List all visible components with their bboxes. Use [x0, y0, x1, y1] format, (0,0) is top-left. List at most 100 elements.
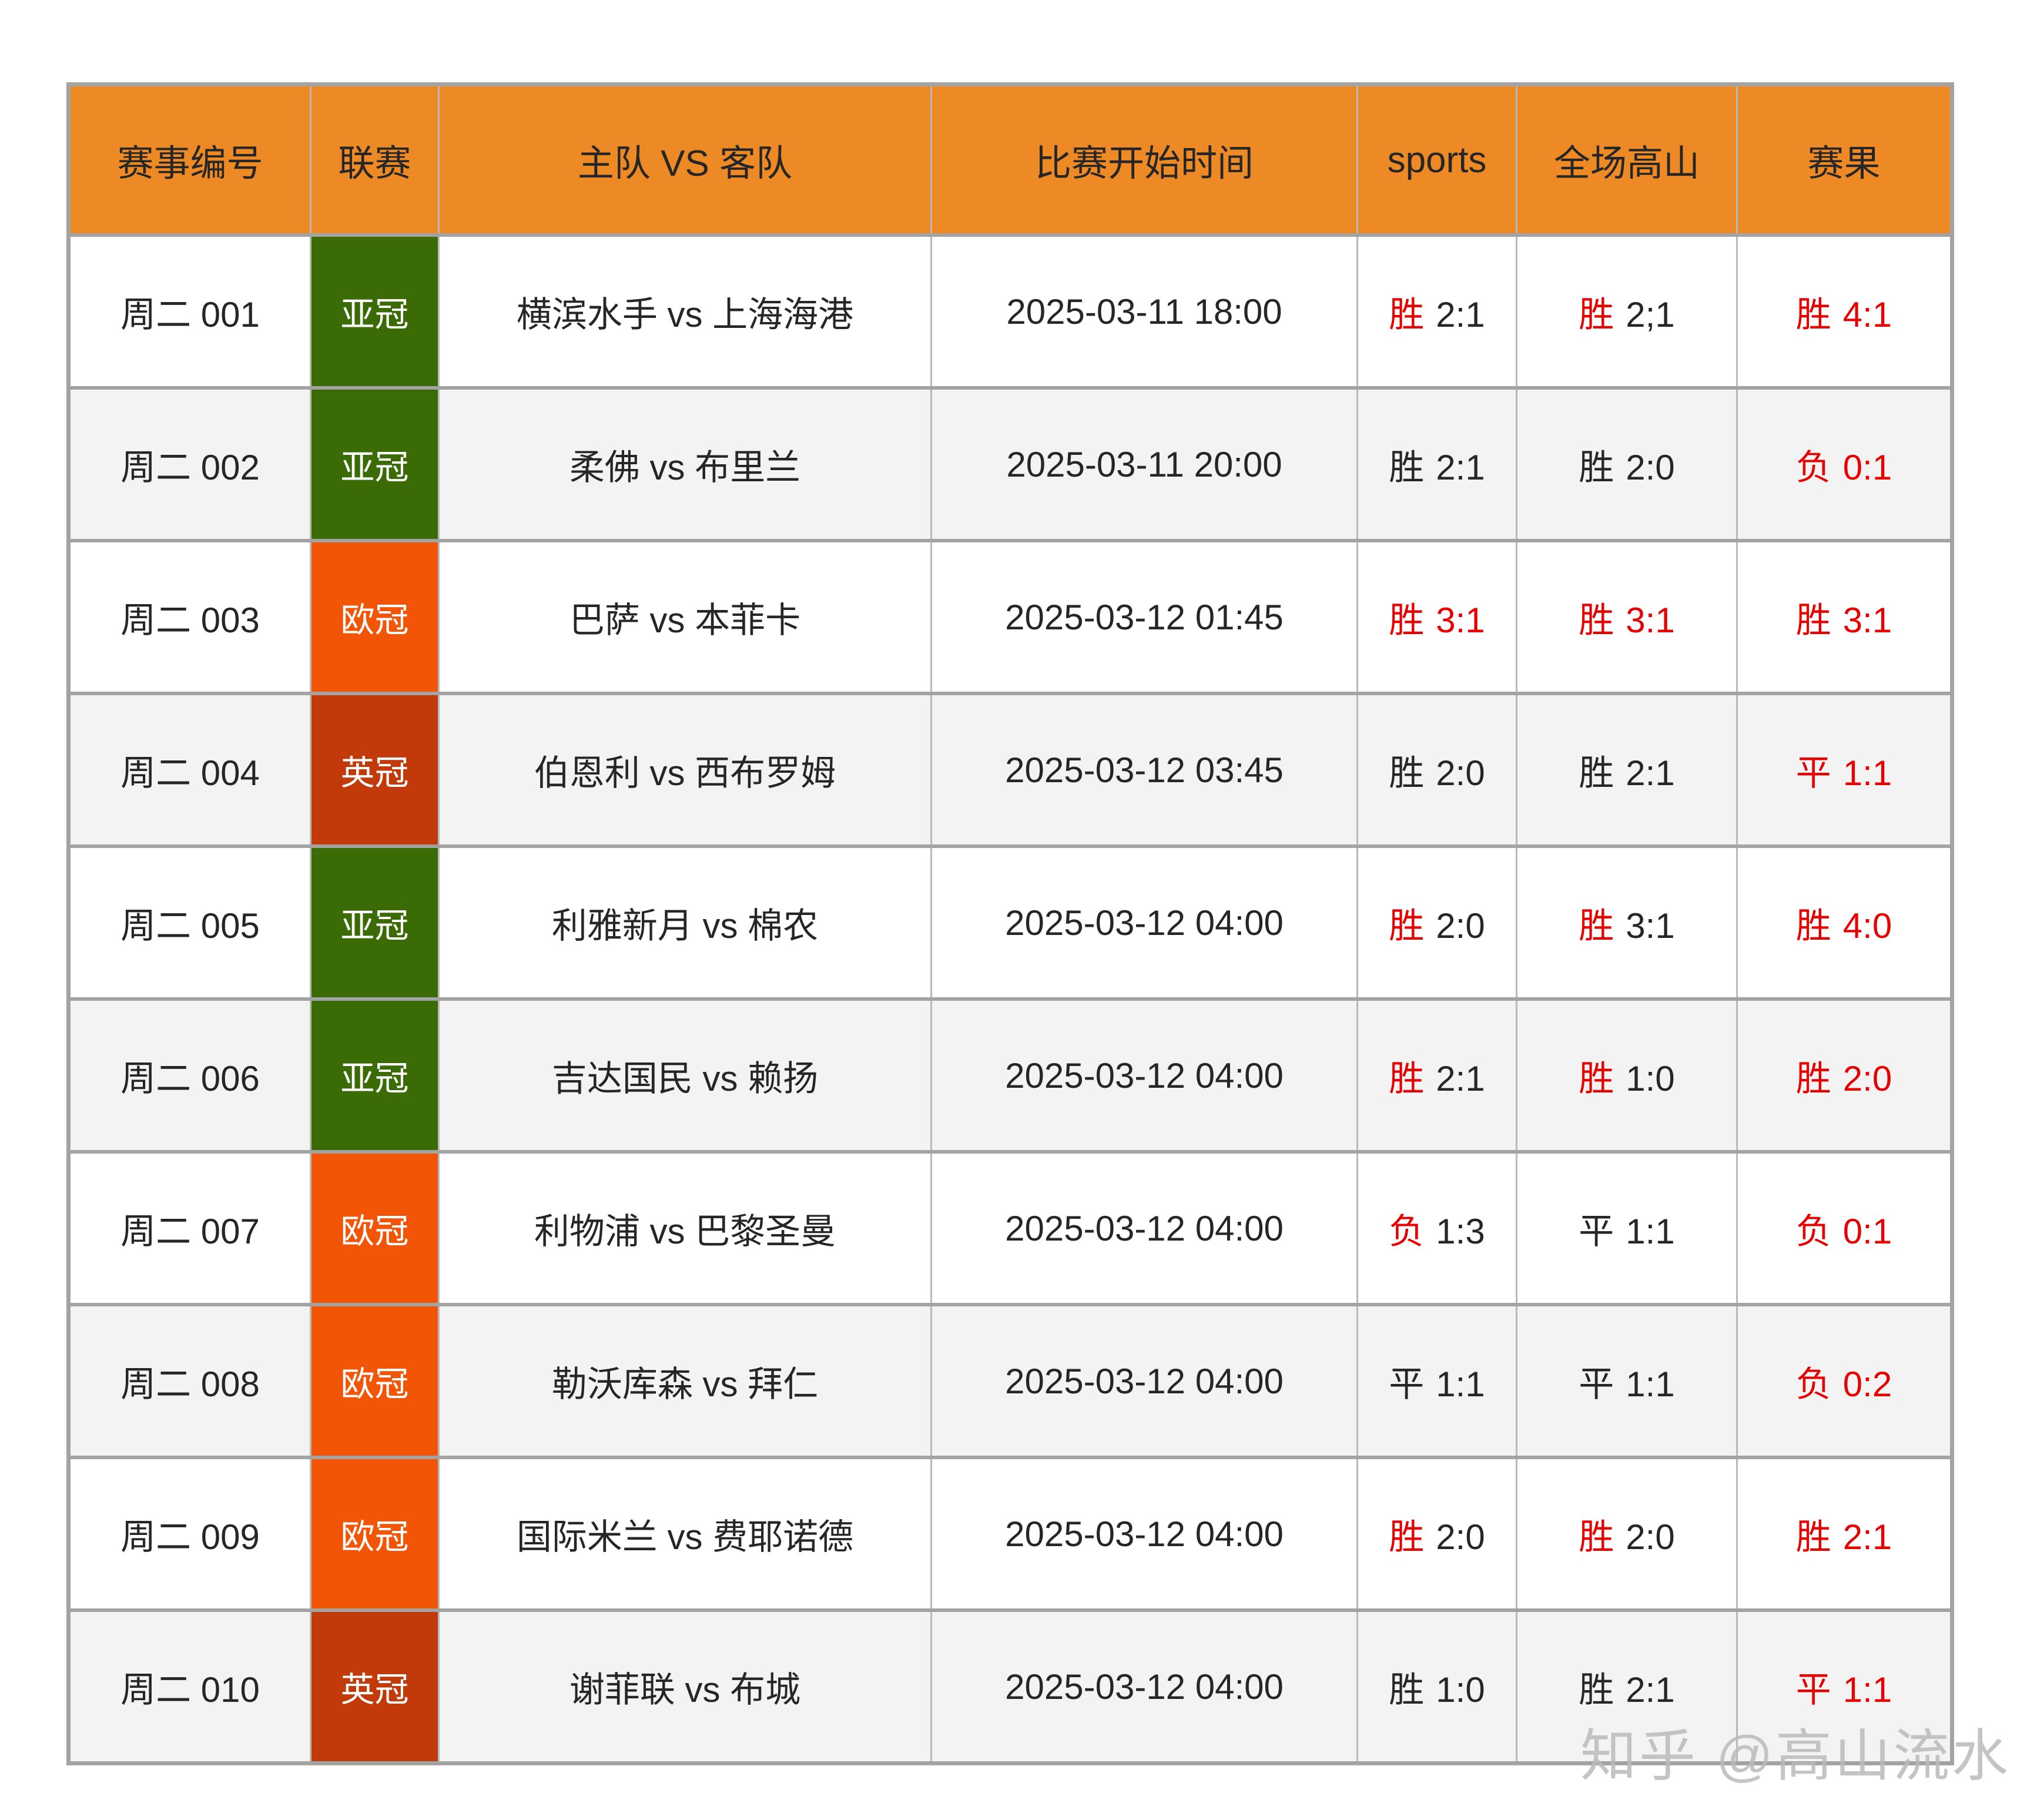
- result-score: 4:0: [1843, 906, 1892, 946]
- fulltime-outcome: 胜: [1579, 448, 1614, 487]
- result-outcome: 胜: [1796, 1059, 1831, 1098]
- fulltime-score: 1:0: [1626, 1059, 1674, 1098]
- table-row: 周二 007 欧冠 利物浦 vs 巴黎圣曼 2025-03-12 04:00 负…: [69, 1152, 1952, 1305]
- fulltime-outcome: 平: [1579, 1365, 1614, 1404]
- table-row: 周二 003 欧冠 巴萨 vs 本菲卡 2025-03-12 01:45 胜3:…: [69, 541, 1952, 693]
- sports-outcome: 胜: [1389, 1517, 1424, 1557]
- match-number-cell: 周二 002: [69, 388, 311, 541]
- teams-cell: 勒沃库森 vs 拜仁: [439, 1305, 932, 1457]
- start-time-cell: 2025-03-12 04:00: [932, 1152, 1358, 1305]
- fulltime-cell: 胜 1:0: [1517, 999, 1737, 1152]
- table-header: 赛事编号 联赛 主队 VS 客队 比赛开始时间 sports 全场高山 赛果: [69, 85, 1952, 236]
- fulltime-outcome: 胜: [1579, 753, 1614, 793]
- league-cell: 欧冠: [311, 541, 439, 693]
- table-body: 周二 001 亚冠 横滨水手 vs 上海海港 2025-03-11 18:00 …: [69, 235, 1952, 1764]
- start-time-cell: 2025-03-12 04:00: [932, 999, 1358, 1152]
- sports-outcome: 胜: [1389, 1059, 1424, 1098]
- sports-score: 1:3: [1436, 1212, 1485, 1251]
- sports-cell: 胜1:0: [1358, 1610, 1517, 1764]
- table-row: 周二 002 亚冠 柔佛 vs 布里兰 2025-03-11 20:00 胜 2:…: [69, 388, 1952, 541]
- fulltime-outcome: 平: [1579, 1212, 1614, 1251]
- result-outcome: 胜: [1796, 906, 1831, 946]
- result-score: 2:0: [1843, 1059, 1892, 1098]
- fulltime-cell: 胜 2:1: [1517, 693, 1737, 846]
- table-row: 周二 001 亚冠 横滨水手 vs 上海海港 2025-03-11 18:00 …: [69, 235, 1952, 388]
- fulltime-score: 2:0: [1626, 448, 1674, 487]
- fulltime-score: 1:1: [1626, 1365, 1674, 1404]
- fulltime-outcome: 胜: [1579, 1059, 1614, 1098]
- fulltime-outcome: 胜: [1579, 1670, 1614, 1710]
- match-number-cell: 周二 003: [69, 541, 311, 693]
- result-score: 1:1: [1843, 1670, 1892, 1710]
- sports-cell: 负1:3: [1358, 1152, 1517, 1305]
- fulltime-score: 1:1: [1626, 1212, 1674, 1251]
- result-cell: 胜 4:0: [1737, 846, 1952, 999]
- league-cell: 亚冠: [311, 388, 439, 541]
- fulltime-outcome: 胜: [1579, 295, 1614, 334]
- teams-cell: 国际米兰 vs 费耶诺德: [439, 1457, 932, 1610]
- col-header-fulltime: 全场高山: [1517, 85, 1737, 236]
- sports-score: 1:1: [1436, 1365, 1485, 1404]
- league-cell: 欧冠: [311, 1305, 439, 1457]
- fulltime-cell: 胜 2:0: [1517, 388, 1737, 541]
- start-time-cell: 2025-03-12 04:00: [932, 1610, 1358, 1764]
- result-score: 2:1: [1843, 1517, 1892, 1557]
- table-row: 周二 004 英冠 伯恩利 vs 西布罗姆 2025-03-12 03:45 胜…: [69, 693, 1952, 846]
- league-cell: 欧冠: [311, 1152, 439, 1305]
- sports-cell: 平 1:1: [1358, 1305, 1517, 1457]
- start-time-cell: 2025-03-11 20:00: [932, 388, 1358, 541]
- fulltime-cell: 胜 2;1: [1517, 235, 1737, 388]
- sports-score: 3:1: [1436, 601, 1485, 640]
- fulltime-cell: 胜2:0: [1517, 1457, 1737, 1610]
- fulltime-score: 3:1: [1626, 906, 1674, 946]
- result-cell: 胜2:1: [1737, 1457, 1952, 1610]
- fulltime-outcome: 胜: [1579, 1517, 1614, 1557]
- result-outcome: 胜: [1796, 601, 1831, 640]
- league-cell: 英冠: [311, 1610, 439, 1764]
- fulltime-score: 2;1: [1626, 295, 1674, 334]
- result-outcome: 负: [1796, 1212, 1831, 1251]
- match-number-cell: 周二 008: [69, 1305, 311, 1457]
- sports-outcome: 胜: [1389, 448, 1424, 487]
- col-header-sports: sports: [1358, 85, 1517, 236]
- sports-cell: 胜2:1: [1358, 235, 1517, 388]
- result-outcome: 胜: [1796, 295, 1831, 334]
- result-score: 4:1: [1843, 295, 1892, 334]
- sports-cell: 胜 2:0: [1358, 846, 1517, 999]
- teams-cell: 伯恩利 vs 西布罗姆: [439, 693, 932, 846]
- fulltime-cell: 平 1:1: [1517, 1152, 1737, 1305]
- fulltime-score: 2:1: [1626, 753, 1674, 793]
- fulltime-score: 2:1: [1626, 1670, 1674, 1710]
- match-number-cell: 周二 004: [69, 693, 311, 846]
- start-time-cell: 2025-03-12 04:00: [932, 846, 1358, 999]
- sports-cell: 胜2:0: [1358, 693, 1517, 846]
- sports-score: 2:0: [1436, 753, 1485, 793]
- result-cell: 负 0:1: [1737, 1152, 1952, 1305]
- result-cell: 负0:2: [1737, 1305, 1952, 1457]
- fulltime-score: 3:1: [1626, 601, 1674, 640]
- league-cell: 亚冠: [311, 235, 439, 388]
- result-cell: 平1:1: [1737, 693, 1952, 846]
- match-number-cell: 周二 001: [69, 235, 311, 388]
- col-header-start-time: 比赛开始时间: [932, 85, 1358, 236]
- league-cell: 亚冠: [311, 846, 439, 999]
- sports-cell: 胜2:0: [1358, 1457, 1517, 1610]
- sports-outcome: 平: [1389, 1365, 1424, 1404]
- header-row: 赛事编号 联赛 主队 VS 客队 比赛开始时间 sports 全场高山 赛果: [69, 85, 1952, 236]
- teams-cell: 柔佛 vs 布里兰: [439, 388, 932, 541]
- sports-score: 2:0: [1436, 906, 1485, 946]
- result-score: 0:1: [1843, 1212, 1892, 1251]
- start-time-cell: 2025-03-12 01:45: [932, 541, 1358, 693]
- sports-cell: 胜 3:1: [1358, 541, 1517, 693]
- sports-outcome: 胜: [1389, 601, 1424, 640]
- col-header-match-no: 赛事编号: [69, 85, 311, 236]
- league-cell: 英冠: [311, 693, 439, 846]
- result-outcome: 负: [1796, 1365, 1831, 1404]
- result-score: 1:1: [1843, 753, 1892, 793]
- sports-outcome: 胜: [1389, 906, 1424, 946]
- match-number-cell: 周二 005: [69, 846, 311, 999]
- teams-cell: 利雅新月 vs 棉农: [439, 846, 932, 999]
- result-score: 3:1: [1843, 601, 1892, 640]
- result-cell: 负0:1: [1737, 388, 1952, 541]
- teams-cell: 谢菲联 vs 布城: [439, 1610, 932, 1764]
